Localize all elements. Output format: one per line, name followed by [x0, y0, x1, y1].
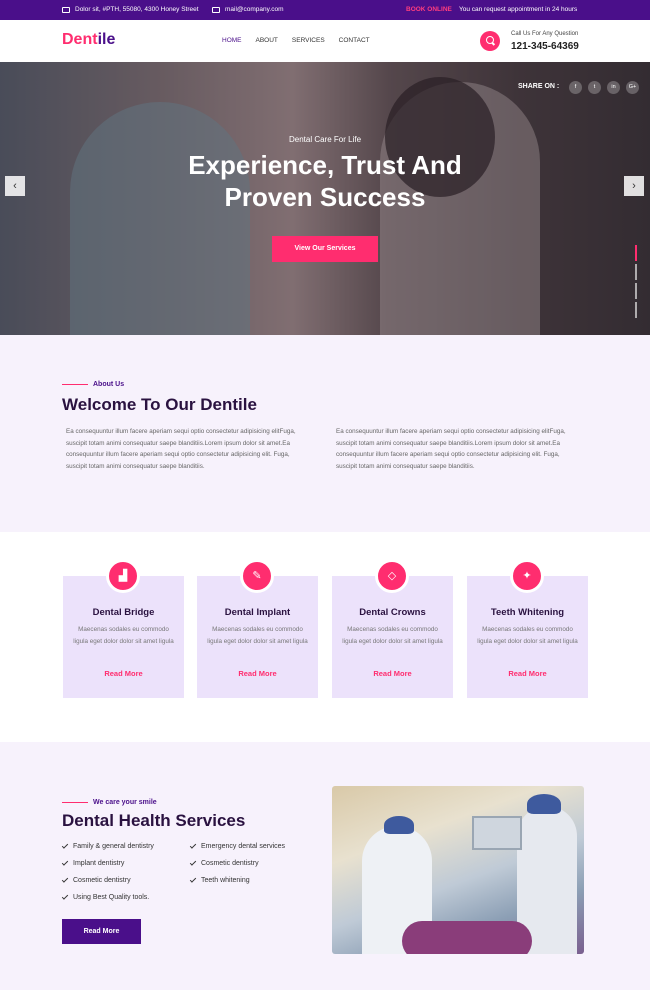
service-card[interactable]: ▟ Dental Bridge Maecenas sodales eu comm…: [63, 559, 184, 698]
service-description: Maecenas sodales eu commodo ligula eget …: [207, 626, 308, 645]
nav-contact[interactable]: CONTACT: [339, 37, 370, 44]
check-icon: [189, 842, 197, 849]
check-icon: [189, 859, 197, 866]
twitter-icon[interactable]: t: [588, 81, 601, 94]
service-description: Maecenas sodales eu commodo ligula eget …: [73, 626, 174, 645]
slider-dot[interactable]: [635, 302, 637, 318]
facebook-icon[interactable]: f: [569, 81, 582, 94]
top-bar: Dolor sit, #PTH, 55080, 4300 Honey Stree…: [0, 0, 650, 20]
read-more-link[interactable]: Read More: [197, 669, 318, 678]
dentists-photo: [332, 786, 584, 954]
check-icon: [61, 876, 69, 883]
google-plus-icon[interactable]: G+: [626, 81, 639, 94]
service-description: Maecenas sodales eu commodo ligula eget …: [342, 626, 443, 645]
site-header: Dentile HOME ABOUT SERVICES CONTACT Call…: [0, 20, 650, 62]
book-online-link[interactable]: BOOK ONLINE: [406, 6, 452, 13]
address-info: Dolor sit, #PTH, 55080, 4300 Honey Stree…: [62, 6, 199, 13]
read-more-link[interactable]: Read More: [467, 669, 588, 678]
service-description: Maecenas sodales eu commodo ligula eget …: [477, 626, 578, 645]
phone-number[interactable]: 121-345-64369: [511, 41, 579, 52]
check-icon: [61, 893, 69, 900]
health-title: Dental Health Services: [62, 811, 246, 830]
nav-home[interactable]: HOME: [222, 37, 242, 44]
slider-indicators: [635, 245, 637, 323]
services-section: ▟ Dental Bridge Maecenas sodales eu comm…: [0, 532, 650, 742]
hero-title-line-1: Experience, Trust And: [188, 150, 462, 180]
email-info[interactable]: mail@company.com: [212, 6, 284, 13]
slider-dot[interactable]: [635, 283, 637, 299]
slider-dot[interactable]: [635, 245, 637, 261]
service-title: Teeth Whitening: [490, 607, 565, 618]
share-label: SHARE ON :: [518, 83, 560, 90]
services-list-left: Family & general dentistry Implant denti…: [61, 838, 154, 906]
about-paragraph-right: Ea consequuntur illum facere aperiam seq…: [336, 428, 566, 470]
service-title: Dental Crowns: [359, 607, 426, 618]
list-item: Teeth whitening: [189, 872, 285, 889]
health-label: We care your smile: [62, 799, 157, 806]
address-text: Dolor sit, #PTH, 55080, 4300 Honey Stree…: [75, 6, 199, 13]
appointment-note: You can request appointment in 24 hours: [459, 6, 578, 13]
email-text[interactable]: mail@company.com: [225, 6, 284, 13]
logo[interactable]: Dentile: [62, 31, 115, 49]
view-services-button[interactable]: View Our Services: [272, 236, 378, 262]
next-arrow-icon[interactable]: ›: [624, 176, 644, 196]
service-card[interactable]: ◇ Dental Crowns Maecenas sodales eu comm…: [332, 559, 453, 698]
service-title: Dental Bridge: [92, 607, 155, 618]
main-nav: HOME ABOUT SERVICES CONTACT: [222, 37, 384, 44]
about-label: About Us: [62, 381, 124, 388]
search-icon[interactable]: [480, 31, 500, 51]
map-icon: [62, 6, 70, 13]
nav-about[interactable]: ABOUT: [256, 37, 278, 44]
list-item: Family & general dentistry: [61, 838, 154, 855]
service-card[interactable]: ✎ Dental Implant Maecenas sodales eu com…: [197, 559, 318, 698]
slider-dot[interactable]: [635, 264, 637, 280]
prev-arrow-icon[interactable]: ‹: [5, 176, 25, 196]
list-item: Cosmetic dentistry: [61, 872, 154, 889]
read-more-link[interactable]: Read More: [63, 669, 184, 678]
check-icon: [189, 876, 197, 883]
magic-wand-icon: ✦: [510, 559, 544, 593]
linkedin-icon[interactable]: in: [607, 81, 620, 94]
service-card[interactable]: ✦ Teeth Whitening Maecenas sodales eu co…: [467, 559, 588, 698]
list-item: Implant dentistry: [61, 855, 154, 872]
health-services-section: We care your smile Dental Health Service…: [0, 742, 650, 990]
hero-subtitle: Dental Care For Life: [288, 135, 362, 144]
read-more-button[interactable]: Read More: [62, 919, 141, 944]
hero-slider: SHARE ON : f t in G+ Dental Care For Lif…: [0, 62, 650, 335]
tooth-implant-icon: ✎: [240, 559, 274, 593]
hero-title: Experience, Trust And Proven Success: [0, 149, 650, 213]
hero-title-line-2: Proven Success: [224, 182, 426, 212]
envelope-icon: [212, 6, 220, 13]
about-section: About Us Welcome To Our Dentile Ea conse…: [0, 335, 650, 532]
nav-services[interactable]: SERVICES: [292, 37, 325, 44]
about-paragraph-left: Ea consequuntur illum facere aperiam seq…: [66, 428, 296, 470]
bar-chart-icon: ▟: [106, 559, 140, 593]
diamond-icon: ◇: [375, 559, 409, 593]
logo-main: Dent: [62, 31, 98, 48]
logo-accent: ile: [97, 31, 116, 48]
service-title: Dental Implant: [224, 607, 291, 618]
check-icon: [61, 842, 69, 849]
list-item: Emergency dental services: [189, 838, 285, 855]
list-item: Cosmetic dentistry: [189, 855, 285, 872]
services-list-right: Emergency dental services Cosmetic denti…: [189, 838, 285, 889]
list-item: Using Best Quality tools.: [61, 889, 154, 906]
check-icon: [61, 859, 69, 866]
about-title: Welcome To Our Dentile: [62, 395, 257, 414]
read-more-link[interactable]: Read More: [332, 669, 453, 678]
call-label: Call Us For Any Question: [511, 31, 579, 37]
